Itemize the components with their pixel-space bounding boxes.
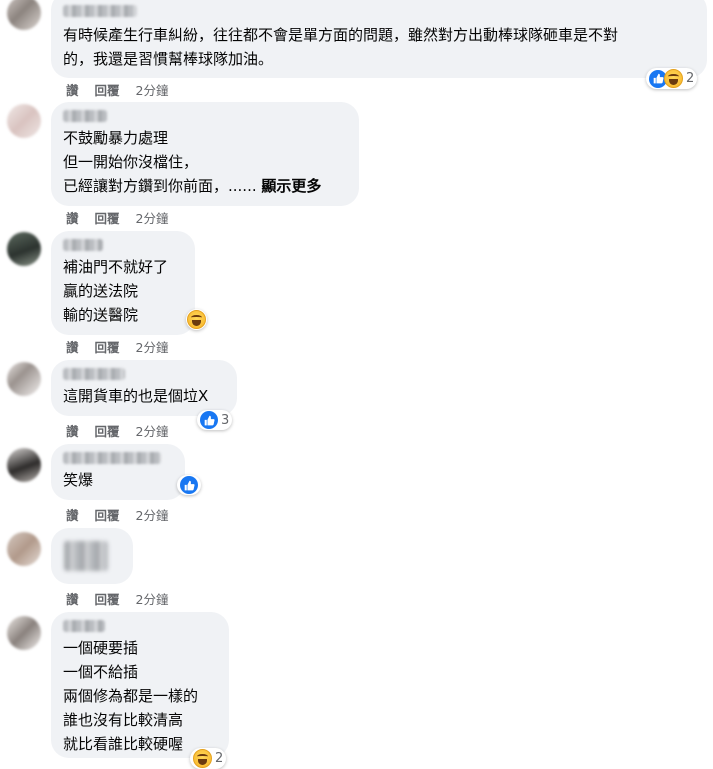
reaction-summary[interactable]: 3 <box>197 410 233 430</box>
avatar[interactable] <box>7 362 41 396</box>
author-name-redacted[interactable] <box>63 5 137 17</box>
reply-button[interactable]: 回覆 <box>95 80 120 99</box>
avatar[interactable] <box>7 448 41 482</box>
author-name-redacted[interactable] <box>63 620 105 632</box>
reaction-count: 2 <box>686 71 695 86</box>
timestamp[interactable]: 2分鐘 <box>136 80 169 99</box>
timestamp[interactable]: 2分鐘 <box>136 208 169 227</box>
timestamp[interactable]: 2分鐘 <box>136 421 169 440</box>
like-button[interactable]: 讚 <box>66 589 79 608</box>
like-icon <box>180 476 198 494</box>
reaction-summary[interactable] <box>177 475 201 495</box>
reply-button[interactable]: 回覆 <box>95 589 120 608</box>
reply-button[interactable]: 回覆 <box>95 337 120 356</box>
comment-bubble: 補油門不就好了 贏的送法院 輸的送醫院 <box>51 231 195 335</box>
avatar[interactable] <box>7 616 41 650</box>
comment-actions: 讚 回覆 2分鐘 <box>66 505 168 524</box>
reply-button[interactable]: 回覆 <box>95 208 120 227</box>
reply-button[interactable]: 回覆 <box>95 421 120 440</box>
comment-bubble: 這開貨車的也是個垃X <box>51 360 237 416</box>
timestamp[interactable]: 2分鐘 <box>136 589 169 608</box>
timestamp[interactable]: 2分鐘 <box>136 337 169 356</box>
author-name-redacted[interactable] <box>63 239 103 251</box>
comment-actions: 讚 回覆 2分鐘 <box>66 589 168 608</box>
comment-text: 笑爆 <box>63 471 94 489</box>
like-button[interactable]: 讚 <box>66 208 79 227</box>
comment-bubble <box>51 528 133 584</box>
comment-actions: 讚 回覆 2分鐘 <box>66 421 168 440</box>
avatar[interactable] <box>7 0 41 30</box>
comment-bubble: 笑爆 <box>51 444 185 500</box>
avatar[interactable] <box>7 532 41 566</box>
comment-text: 一個硬要插 一個不給插 兩個修為都是一樣的 誰也沒有比較清高 就比看誰比較硬喔 <box>63 639 199 753</box>
like-button[interactable]: 讚 <box>66 80 79 99</box>
reaction-summary[interactable]: 2 <box>646 68 698 89</box>
comment-bubble: 有時候產生行車糾紛，往往都不會是單方面的問題，雖然對方出動棒球隊砸車是不對 的，… <box>51 0 707 78</box>
author-name-redacted[interactable] <box>63 110 107 122</box>
comment-actions: 讚 回覆 2分鐘 <box>66 80 168 99</box>
comment-body: 不鼓勵暴力處理 但一開始你沒檔住， 已經讓對方鑽到你前面，...... <box>63 129 257 195</box>
avatar[interactable] <box>7 232 41 266</box>
reaction-summary[interactable]: 2 <box>190 748 227 769</box>
author-name-redacted[interactable] <box>63 452 161 464</box>
author-name-redacted[interactable] <box>63 368 125 380</box>
timestamp[interactable]: 2分鐘 <box>136 505 169 524</box>
comment-text: 補油門不就好了 贏的送法院 輸的送醫院 <box>63 258 169 324</box>
like-icon <box>200 411 218 429</box>
haha-icon <box>193 749 212 768</box>
avatar[interactable] <box>7 104 41 138</box>
comment-bubble: 不鼓勵暴力處理 但一開始你沒檔住， 已經讓對方鑽到你前面，...... 顯示更多 <box>51 102 359 206</box>
redacted-content <box>64 541 108 571</box>
like-button[interactable]: 讚 <box>66 505 79 524</box>
see-more-link[interactable]: 顯示更多 <box>261 177 321 195</box>
comment-bubble: 一個硬要插 一個不給插 兩個修為都是一樣的 誰也沒有比較清高 就比看誰比較硬喔 <box>51 612 229 758</box>
comment-text: 有時候產生行車糾紛，往往都不會是單方面的問題，雖然對方出動棒球隊砸車是不對 的，… <box>63 26 619 68</box>
haha-icon <box>187 310 206 329</box>
comment-actions: 讚 回覆 2分鐘 <box>66 208 168 227</box>
haha-icon <box>664 69 683 88</box>
comment-actions: 讚 回覆 2分鐘 <box>66 337 168 356</box>
comment-text: 不鼓勵暴力處理 但一開始你沒檔住， 已經讓對方鑽到你前面，...... 顯示更多 <box>63 126 347 198</box>
comment-text: 這開貨車的也是個垃X <box>63 387 209 405</box>
like-button[interactable]: 讚 <box>66 421 79 440</box>
reaction-summary[interactable] <box>186 309 207 330</box>
reply-button[interactable]: 回覆 <box>95 505 120 524</box>
reaction-count: 3 <box>221 412 230 428</box>
like-button[interactable]: 讚 <box>66 337 79 356</box>
